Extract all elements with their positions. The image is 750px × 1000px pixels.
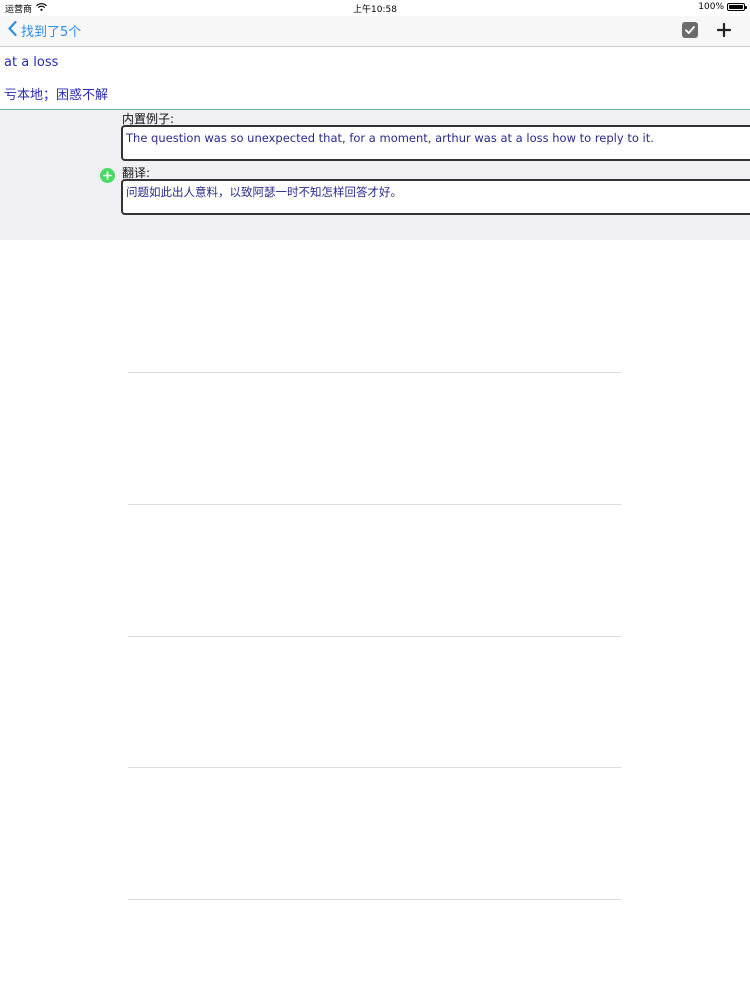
- back-button[interactable]: 找到了5个: [8, 20, 82, 40]
- plus-icon[interactable]: [716, 22, 732, 38]
- back-button-label: 找到了5个: [21, 25, 82, 40]
- separator-line: [128, 372, 621, 373]
- translation-field[interactable]: 问题如此出人意料，以致阿瑟一时不知怎样回答才好。: [121, 179, 750, 215]
- battery-percent: 100%: [698, 2, 724, 12]
- builtin-example-field[interactable]: The question was so unexpected that, for…: [121, 125, 750, 161]
- add-circle-icon[interactable]: [100, 168, 115, 183]
- separator-line: [128, 767, 621, 768]
- battery-group: 100%: [698, 2, 747, 12]
- separator-line: [128, 899, 621, 900]
- separator-line: [128, 504, 621, 505]
- nav-actions: [682, 22, 732, 38]
- separator-line: [128, 636, 621, 637]
- battery-icon: [727, 3, 747, 11]
- status-bar: 运营商 上午10:58 100%: [0, 0, 750, 16]
- word-title: at a loss: [4, 55, 59, 70]
- word-meaning: 亏本地；困惑不解: [4, 88, 109, 103]
- chevron-left-icon: [8, 20, 17, 40]
- checkbox-icon[interactable]: [682, 22, 698, 38]
- status-time: 上午10:58: [353, 5, 397, 15]
- example-panel: 内置例子: The question was so unexpected tha…: [0, 109, 750, 240]
- navigation-bar: 找到了5个: [0, 16, 750, 47]
